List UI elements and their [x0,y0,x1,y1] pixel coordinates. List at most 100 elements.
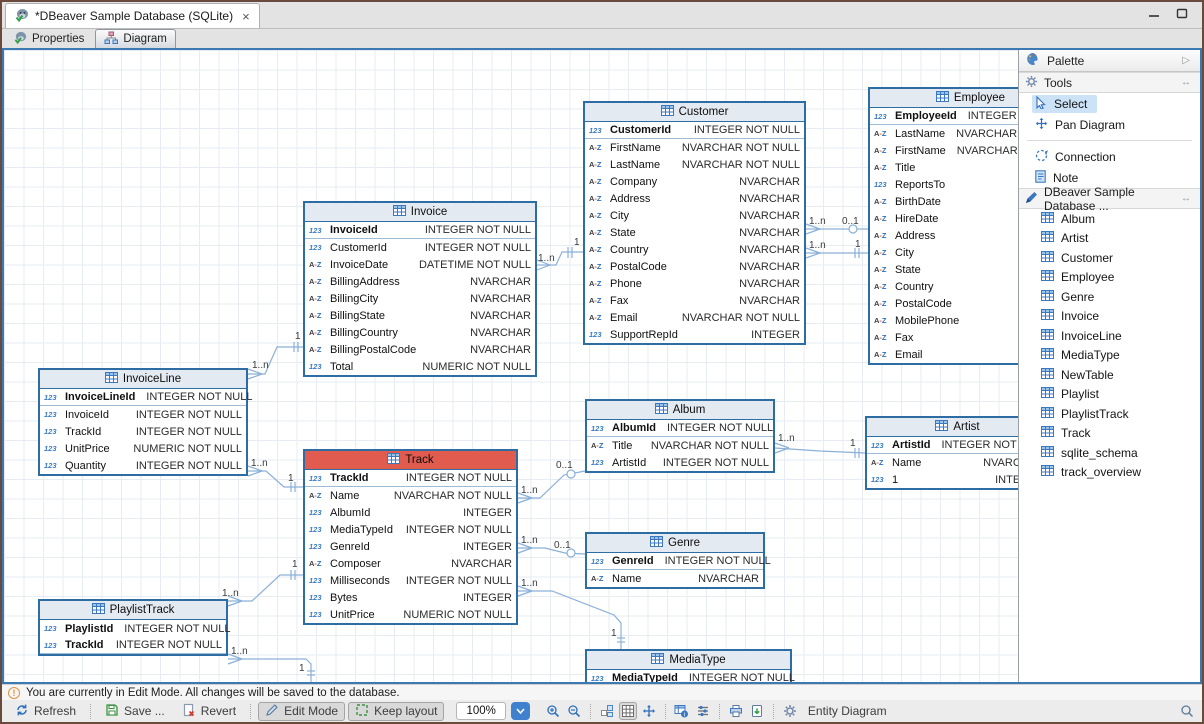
tab-properties[interactable]: Properties [6,30,92,48]
configuration-gear-icon[interactable] [781,702,799,720]
entity-column-row[interactable]: 123 UnitPrice NUMERIC NOT NULL [40,440,246,457]
entity-header[interactable]: Invoice [305,203,535,222]
save-button[interactable]: Save ... [98,702,172,721]
entity-column-row[interactable]: A-Z State NVARCHAR [585,224,804,241]
entity-header[interactable]: PlaylistTrack [40,601,226,620]
search-icon[interactable] [1178,702,1196,720]
palette-table-PlaylistTrack[interactable]: PlaylistTrack [1019,404,1200,424]
entity-column-row[interactable]: A-Z Fax NVARCHAR [585,292,804,309]
entity-column-row[interactable]: 123 Quantity INTEGER NOT NULL [40,457,246,474]
entity-column-row[interactable]: 123 MediaTypeId INTEGER NOT NULL [305,521,516,538]
entity-column-row[interactable]: 123 PlaylistId INTEGER NOT NULL [40,620,226,637]
entity-column-row[interactable]: 123 Bytes INTEGER [305,589,516,606]
relationship-line[interactable] [806,253,820,258]
entity-Invoice[interactable]: Invoice 123 InvoiceId INTEGER NOT NULL 1… [303,201,537,377]
entity-column-row[interactable]: A-Z BillingPostalCode NVARCHAR [305,341,535,358]
palette-header[interactable]: Palette ▷ [1019,50,1200,72]
entity-header[interactable]: Customer [585,103,804,122]
palette-section-tools[interactable]: Tools ↔ [1019,72,1200,93]
entity-column-row[interactable]: 123 AlbumId INTEGER NOT NULL [587,420,773,437]
relationship-line[interactable] [228,575,303,601]
entity-column-row[interactable]: A-Z FirstName NVARCHAR NOT NULL [585,139,804,156]
entity-MediaType[interactable]: MediaType 123 MediaTypeId INTEGER NOT NU… [585,649,792,682]
palette-pin-icon[interactable]: ↔ [1181,77,1194,88]
palette-pin-icon[interactable]: ↔ [1181,193,1194,204]
entity-column-row[interactable]: A-Z Email NVARCHAR NOT NULL [585,309,804,326]
palette-table-Track[interactable]: Track [1019,424,1200,444]
entity-column-row[interactable]: A-Z BillingCountry NVARCHAR [305,324,535,341]
editor-tab[interactable]: *DBeaver Sample Database (SQLite) × [5,3,260,28]
entity-column-row[interactable]: 123 UnitPrice NUMERIC NOT NULL [305,606,516,623]
entity-Customer[interactable]: Customer 123 CustomerId INTEGER NOT NULL… [583,101,806,345]
zoom-level-field[interactable]: 100% [456,702,505,720]
relationship-line[interactable] [248,471,262,476]
palette-table-NewTable[interactable]: NewTable [1019,365,1200,385]
revert-button[interactable]: Revert [175,702,243,721]
entity-column-row[interactable]: 123 InvoiceId INTEGER NOT NULL [305,222,535,239]
entity-column-row[interactable]: A-Z Country NVARCHAR [585,241,804,258]
entity-header[interactable]: MediaType [587,651,790,670]
entity-column-row[interactable]: A-Z Name NVARCHAR NOT NULL [305,487,516,504]
fit-diagram-icon[interactable] [640,702,658,720]
maximize-icon[interactable] [1176,8,1188,22]
zoom-out-button[interactable] [565,702,583,720]
entity-InvoiceLine[interactable]: InvoiceLine 123 InvoiceLineId INTEGER NO… [38,368,248,476]
refresh-button[interactable]: Refresh [8,702,83,721]
entity-Track[interactable]: Track 123 TrackId INTEGER NOT NULL A-Z N… [303,449,518,625]
palette-section-database[interactable]: DBeaver Sample Database ... ↔ [1019,188,1200,209]
diagram-settings-icon[interactable] [694,702,712,720]
entity-column-row[interactable]: 123 CustomerId INTEGER NOT NULL [585,122,804,139]
entity-column-row[interactable]: 123 InvoiceId INTEGER NOT NULL [40,406,246,423]
zoom-in-button[interactable] [544,702,562,720]
entity-column-row[interactable]: A-Z InvoiceDate DATETIME NOT NULL [305,256,535,273]
keep-layout-button[interactable]: Keep layout [348,702,444,721]
palette-table-Employee[interactable]: Employee [1019,268,1200,288]
entity-column-row[interactable]: A-Z Address NVARCHAR [585,190,804,207]
entity-column-row[interactable]: A-Z Phone NVARCHAR [585,275,804,292]
relationship-line[interactable] [518,591,621,649]
relationship-line[interactable] [518,498,532,503]
palette-table-MediaType[interactable]: MediaType [1019,346,1200,366]
entity-column-row[interactable]: 123 Total NUMERIC NOT NULL [305,358,535,375]
palette-table-sqlite_schema[interactable]: sqlite_schema [1019,443,1200,463]
entity-column-row[interactable]: A-Z BillingAddress NVARCHAR [305,273,535,290]
zoom-dropdown-button[interactable] [511,702,530,720]
entity-column-row[interactable]: 123 TrackId INTEGER NOT NULL [40,423,246,440]
entity-column-row[interactable]: A-Z Title NVARCHAR NOT NULL [587,437,773,454]
print-icon[interactable] [727,702,745,720]
entity-column-row[interactable]: A-Z LastName NVARCHAR NOT NULL [585,156,804,173]
palette-tool-pan-diagram[interactable]: Pan Diagram [1019,114,1200,135]
entity-column-row[interactable]: A-Z BillingState NVARCHAR [305,307,535,324]
palette-table-Invoice[interactable]: Invoice [1019,307,1200,327]
relationship-line[interactable] [228,659,242,664]
entity-column-row[interactable]: A-Z Company NVARCHAR [585,173,804,190]
palette-table-track_overview[interactable]: track_overview [1019,463,1200,483]
entity-column-row[interactable]: A-Z City NVARCHAR [585,207,804,224]
arrange-windows-icon[interactable] [598,702,616,720]
relationship-line[interactable] [806,229,820,234]
entity-column-row[interactable]: A-Z Name NVARCHAR [587,570,763,587]
minimize-icon[interactable] [1148,9,1160,22]
entity-column-row[interactable]: 123 TrackId INTEGER NOT NULL [305,470,516,487]
entity-column-row[interactable]: 123 MediaTypeId INTEGER NOT NULL [587,670,790,682]
palette-table-InvoiceLine[interactable]: InvoiceLine [1019,326,1200,346]
toggle-grid-button[interactable] [619,702,637,720]
edit-mode-button[interactable]: Edit Mode [258,702,345,721]
entity-column-row[interactable]: 123 Milliseconds INTEGER NOT NULL [305,572,516,589]
entity-column-row[interactable]: 123 GenreId INTEGER NOT NULL [587,553,763,570]
relationship-line[interactable] [518,548,532,553]
entity-header[interactable]: Track [305,451,516,470]
entity-column-row[interactable]: A-Z PostalCode NVARCHAR [585,258,804,275]
palette-tool-select[interactable]: Select [1019,93,1200,114]
entity-column-row[interactable]: 123 AlbumId INTEGER [305,504,516,521]
show-attributes-icon[interactable]: i [673,702,691,720]
palette-table-Playlist[interactable]: Playlist [1019,385,1200,405]
relationship-line[interactable] [228,601,242,606]
palette-table-Artist[interactable]: Artist [1019,229,1200,249]
entity-column-row[interactable]: A-Z BillingCity NVARCHAR [305,290,535,307]
entity-header[interactable]: Album [587,401,773,420]
export-diagram-icon[interactable] [748,702,766,720]
entity-column-row[interactable]: 123 GenreId INTEGER [305,538,516,555]
entity-header[interactable]: InvoiceLine [40,370,246,389]
palette-table-Genre[interactable]: Genre [1019,287,1200,307]
